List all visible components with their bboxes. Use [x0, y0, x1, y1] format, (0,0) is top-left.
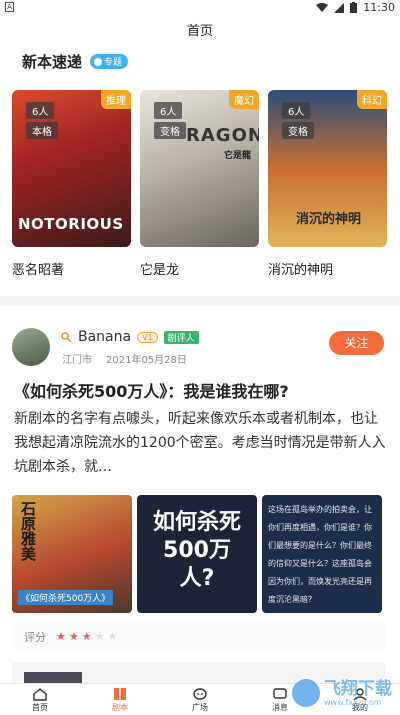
- page-title: 首页: [186, 24, 213, 39]
- players-pill: 6人: [26, 102, 55, 119]
- post-meta: 江门市 2021年05月28日: [62, 351, 187, 366]
- cover-art-text: 消沉的神明: [296, 212, 362, 227]
- genre-tag: 科幻: [357, 90, 387, 109]
- watermark-logo-icon: [292, 679, 320, 707]
- topic-icon: [94, 57, 103, 66]
- rating-stars: ★ ★ ★ ★ ★: [56, 630, 117, 643]
- image-caption: 这场在孤岛举办的拍卖会，让你们再度相遇，你们是谁？你们最想要的是什么？你们最终的…: [268, 505, 372, 604]
- post-title[interactable]: 《如何杀死500万人》：我是谁我在哪?: [14, 378, 289, 402]
- script-card[interactable]: 6人 本格 推理 NOTORIOUS 恶名昭著: [12, 90, 131, 278]
- script-name[interactable]: 恶名昭著: [12, 259, 131, 278]
- post-body[interactable]: 新剧本的名字有点噱头，听起来像欢乐本或者机制本，也让我想起清凉院流水的1200个…: [14, 407, 386, 479]
- cover-pills: 6人 变格: [282, 102, 314, 139]
- tab-label: 广场: [192, 702, 208, 712]
- post-image[interactable]: 如何杀死500万人?: [137, 495, 257, 613]
- tab-label: 首页: [32, 702, 48, 712]
- wifi-icon: [316, 2, 329, 12]
- star-icon: ★: [94, 630, 105, 643]
- square-icon: [193, 687, 207, 700]
- post-image[interactable]: 石原雅美 《如何杀死500万人》: [12, 495, 132, 613]
- image-caption: 《如何杀死500万人》: [18, 590, 114, 605]
- notification-icon: A: [5, 2, 14, 12]
- star-icon: ★: [107, 630, 118, 643]
- post-image[interactable]: 这场在孤岛举办的拍卖会，让你们再度相遇，你们是谁？你们最想要的是什么？你们最终的…: [262, 495, 382, 613]
- signal-icon: [334, 2, 345, 13]
- cover-pills: 6人 变格: [154, 102, 186, 139]
- star-icon: ★: [68, 630, 79, 643]
- rating-label: 评分: [24, 630, 46, 644]
- star-icon: ★: [81, 630, 92, 643]
- script-name[interactable]: 它是龙: [140, 259, 259, 278]
- genre-tag: 魔幻: [229, 90, 259, 109]
- watermark-url: www.fxxz.com: [324, 697, 382, 707]
- players-pill: 6人: [282, 102, 311, 119]
- tab-scripts[interactable]: 剧本: [80, 684, 160, 715]
- home-icon: [33, 687, 47, 701]
- post-date: 2021年05月28日: [106, 355, 187, 366]
- cover-art-text: RAGON: [186, 125, 259, 146]
- status-icons: 11:30: [316, 1, 395, 14]
- image-caption: 如何杀死500万人?: [152, 510, 241, 591]
- section-divider: [0, 296, 400, 306]
- new-scripts-carousel: 6人 本格 推理 NOTORIOUS 恶名昭著 6人 变格 魔幻 RAGON 它…: [12, 90, 387, 278]
- post-images: 石原雅美 《如何杀死500万人》 如何杀死500万人? 这场在孤岛举办的拍卖会，…: [12, 495, 382, 613]
- cover-pills: 6人 本格: [26, 102, 58, 139]
- rating-bar: 评分 ★ ★ ★ ★ ★: [12, 623, 386, 650]
- clock: 11:30: [363, 1, 395, 14]
- star-icon: ★: [56, 630, 66, 643]
- type-pill: 本格: [26, 122, 58, 139]
- status-bar: A 11:30: [0, 0, 400, 16]
- avatar[interactable]: [12, 328, 50, 366]
- script-cover[interactable]: 6人 变格 科幻 消沉的神明: [268, 90, 387, 247]
- tab-label: 消息: [272, 702, 288, 712]
- watermark-text: 飞翔下载: [324, 678, 392, 699]
- book-icon: [114, 687, 126, 700]
- key-icon: [61, 331, 72, 343]
- section-header: 新本速递 专题: [22, 51, 129, 72]
- genre-tag: 推理: [101, 90, 131, 109]
- topic-tag-label: 专题: [104, 58, 123, 68]
- script-card[interactable]: 6人 变格 魔幻 RAGON 它是龍 它是龙: [140, 90, 259, 278]
- site-watermark: 飞翔下载 www.fxxz.com: [292, 679, 392, 707]
- script-card[interactable]: 6人 变格 科幻 消沉的神明 消沉的神明: [268, 90, 387, 278]
- script-cover[interactable]: 6人 变格 魔幻 RAGON 它是龍: [140, 90, 259, 247]
- image-caption: 石原雅美: [19, 501, 37, 561]
- level-badge: V1: [137, 331, 158, 343]
- message-icon: [273, 687, 287, 699]
- cover-art-text: 它是龍: [223, 151, 251, 161]
- players-pill: 6人: [154, 102, 183, 119]
- reviewer-badge: 剧评人: [163, 330, 199, 344]
- tab-label: 剧本: [112, 702, 128, 712]
- type-pill: 变格: [154, 122, 186, 139]
- topic-tag[interactable]: 专题: [90, 54, 129, 69]
- cover-art-text: NOTORIOUS: [18, 215, 124, 233]
- post-location: 江门市: [62, 355, 92, 366]
- username[interactable]: Banana: [78, 329, 131, 345]
- battery-icon: [350, 2, 358, 13]
- user-line: Banana V1 剧评人: [61, 329, 199, 345]
- script-name[interactable]: 消沉的神明: [268, 259, 387, 278]
- type-pill: 变格: [282, 122, 314, 139]
- follow-button[interactable]: 关注: [329, 331, 384, 355]
- script-cover[interactable]: 6人 本格 推理 NOTORIOUS: [12, 90, 131, 247]
- section-title: 新本速递: [22, 53, 83, 71]
- tab-square[interactable]: 广场: [160, 684, 240, 715]
- tab-home[interactable]: 首页: [0, 684, 80, 715]
